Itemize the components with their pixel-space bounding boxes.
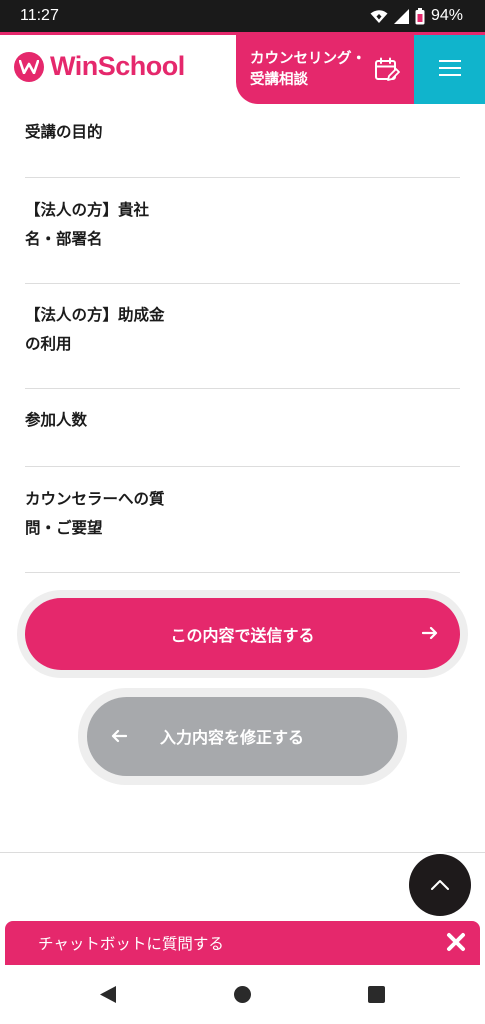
battery-level: 94% <box>430 7 463 24</box>
submit-button-label: この内容で送信する <box>170 626 315 645</box>
nav-recents-icon[interactable] <box>368 986 385 1003</box>
nav-back-icon[interactable] <box>99 985 117 1008</box>
form-row-purpose: 受講の目的 <box>25 104 460 178</box>
section-divider <box>0 852 485 853</box>
form-row-label: カウンセラーへの質問・ご要望 <box>25 490 165 537</box>
edit-input-button[interactable]: 入力内容を修正する <box>87 697 398 776</box>
logo-text: WinSchool <box>50 51 185 81</box>
chatbot-label: チャットボットに質問する <box>38 935 224 953</box>
status-bar: 11:27 94% <box>0 0 485 32</box>
form-row-company: 【法人の方】貴社名・部署名 <box>25 178 460 284</box>
hamburger-menu-button[interactable] <box>414 35 485 104</box>
back-to-top-button[interactable] <box>409 854 471 916</box>
arrow-left-icon <box>111 728 128 748</box>
form-row-label: 【法人の方】助成金の利用 <box>25 306 165 353</box>
wifi-icon <box>370 9 388 24</box>
edit-input-button-label: 入力内容を修正する <box>160 728 305 747</box>
site-header: WinSchool カウンセリング・受講相談 <box>0 32 485 104</box>
hamburger-menu-icon <box>438 59 461 81</box>
form-row-label: 受講の目的 <box>25 123 103 141</box>
calendar-edit-icon <box>374 57 400 87</box>
form-row-label: 参加人数 <box>25 411 88 429</box>
counseling-button-label: カウンセリング・受講相談 <box>250 50 366 88</box>
signal-icon <box>393 8 409 24</box>
system-nav-bar <box>0 965 485 1024</box>
chevron-up-icon <box>430 876 450 895</box>
form-row-participants: 参加人数 <box>25 389 460 467</box>
site-logo[interactable]: WinSchool <box>14 51 185 82</box>
close-icon[interactable] <box>446 932 466 956</box>
form-row-subsidy: 【法人の方】助成金の利用 <box>25 284 460 389</box>
chatbot-bar[interactable]: チャットボットに質問する <box>5 921 480 965</box>
status-icons: 94% <box>370 7 463 25</box>
counseling-button[interactable]: カウンセリング・受講相談 <box>236 35 414 104</box>
form-row-label: 【法人の方】貴社名・部署名 <box>25 201 150 248</box>
nav-home-icon[interactable] <box>234 986 251 1003</box>
form-row-questions: カウンセラーへの質問・ご要望 <box>25 467 460 573</box>
battery-icon <box>415 7 425 25</box>
arrow-right-icon <box>421 625 438 645</box>
status-time: 11:27 <box>20 7 59 24</box>
logo-mark-icon <box>14 51 44 82</box>
submit-button[interactable]: この内容で送信する <box>25 598 460 670</box>
